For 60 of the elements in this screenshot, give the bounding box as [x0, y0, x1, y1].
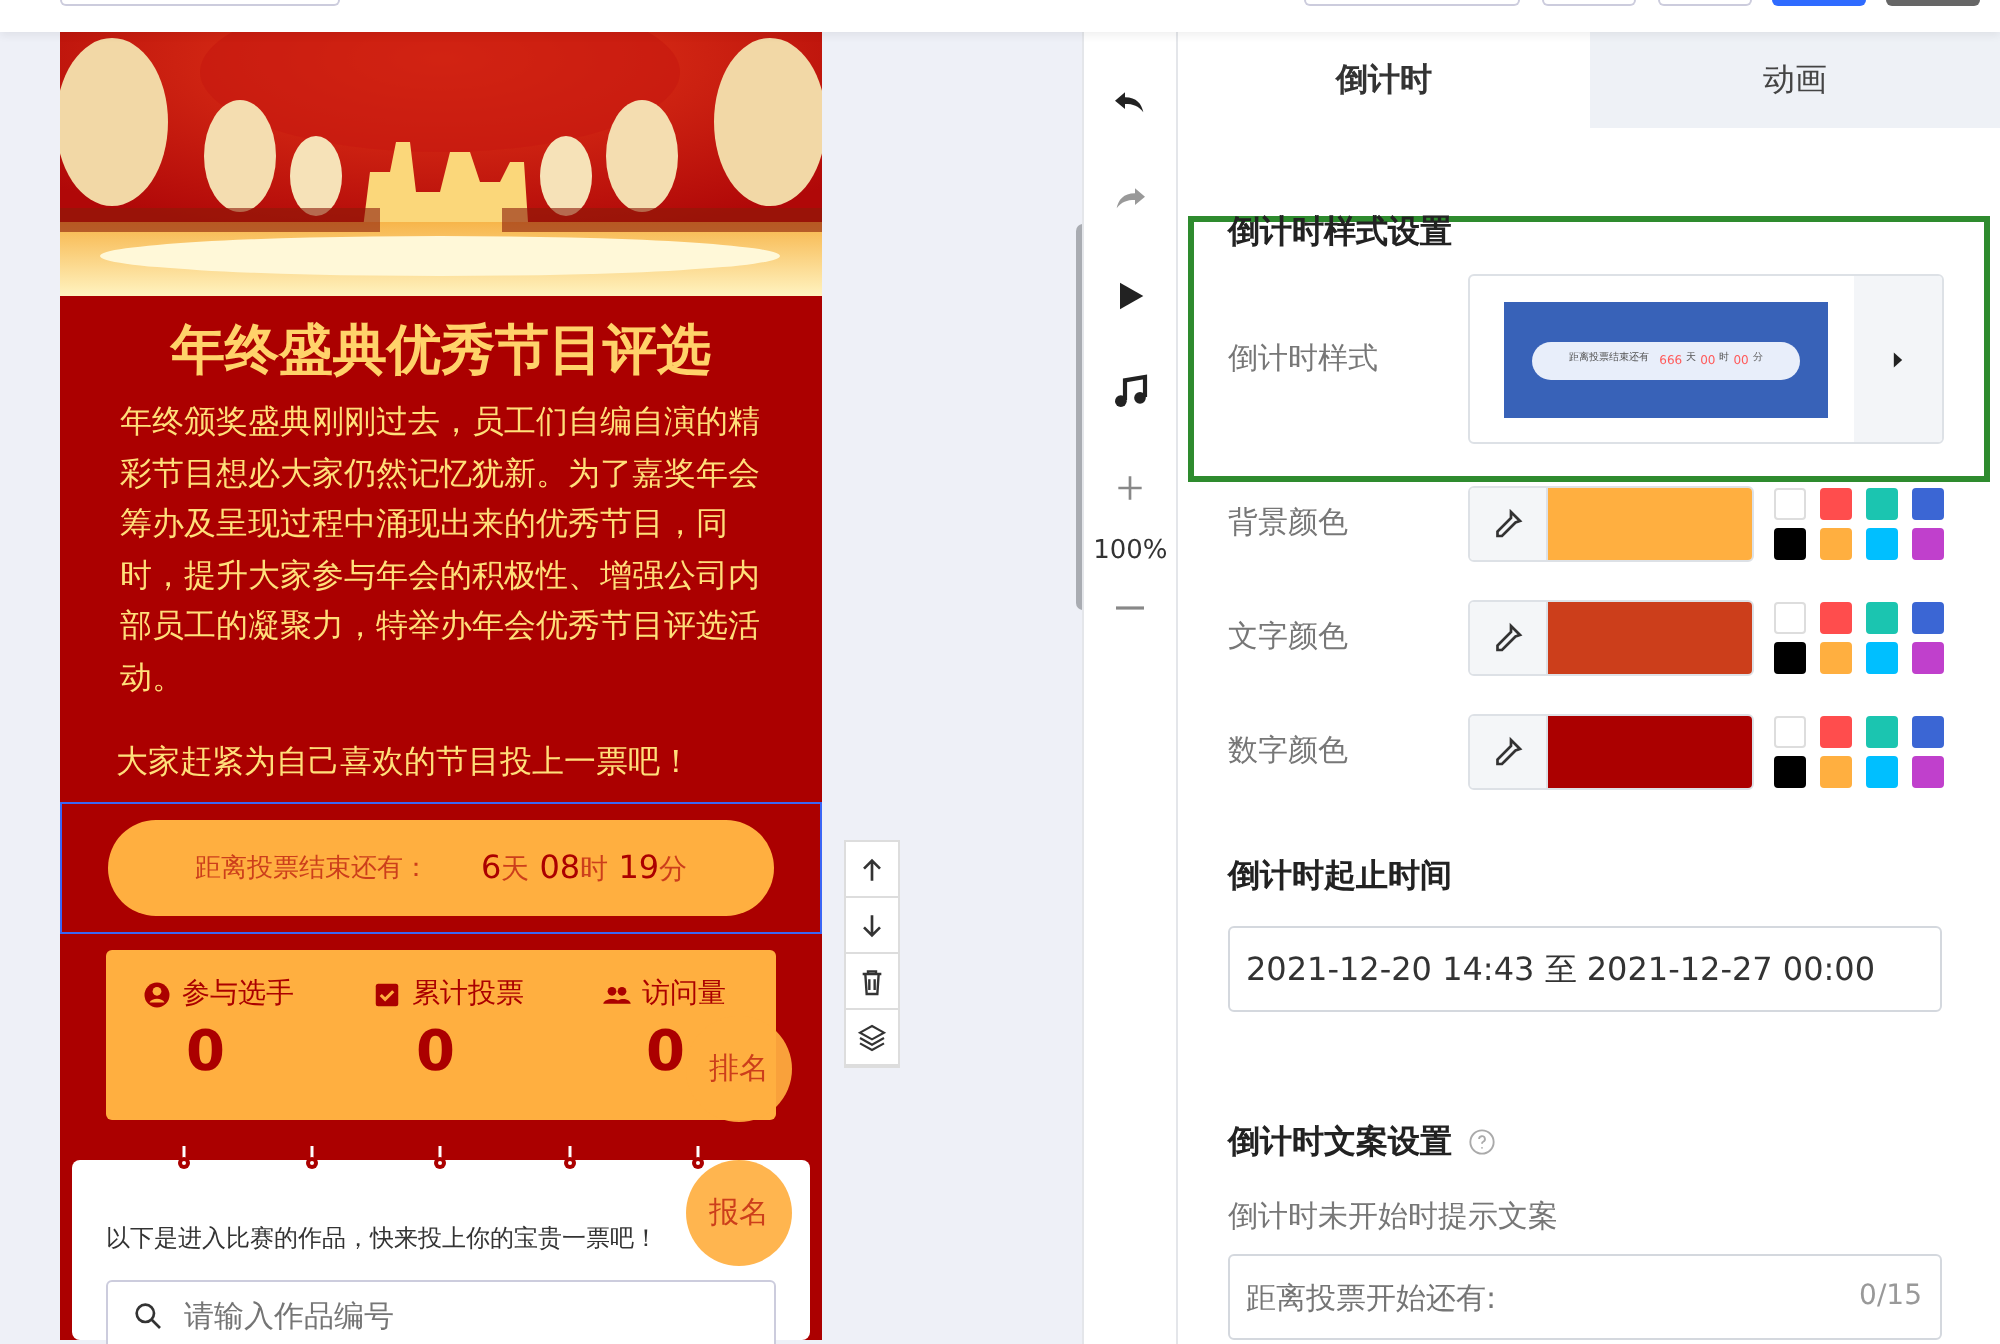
- countdown-block[interactable]: 距离投票结束还有： 6天 08时 19分: [60, 802, 822, 935]
- color-swatch[interactable]: [1820, 601, 1852, 634]
- section-title: 倒计时样式设置: [1228, 212, 1454, 251]
- color-picker[interactable]: [1468, 485, 1754, 562]
- field-label: 背景颜色: [1228, 502, 1350, 545]
- help-icon: [1468, 1127, 1496, 1156]
- eyedropper-icon: [1490, 619, 1526, 656]
- color-swatch[interactable]: [1866, 715, 1898, 748]
- toolbar-button[interactable]: [1886, 0, 1980, 6]
- date-range-field[interactable]: 2021-12-20 14:43 至 2021-12-27 00:00: [1228, 926, 1942, 1013]
- field-label: 数字颜色: [1228, 730, 1350, 773]
- user-icon: [142, 980, 172, 1011]
- field-label: 倒计时未开始时提示文案: [1228, 1195, 1560, 1238]
- stat-value: 0: [644, 1016, 685, 1089]
- color-swatch[interactable]: [1866, 527, 1898, 560]
- zoom-level: 100%: [1093, 536, 1168, 568]
- color-swatch[interactable]: [1866, 601, 1898, 634]
- section-title: 倒计时起止时间: [1228, 856, 1454, 895]
- countdown-value: 6天 08时 19分: [480, 846, 688, 891]
- countdown-label: 距离投票结束还有：: [194, 851, 429, 888]
- search-field[interactable]: 请输入作品编号: [106, 1280, 776, 1344]
- music-note-icon: [1110, 372, 1151, 412]
- stat-value: 0: [414, 1016, 455, 1089]
- minus-icon: [1116, 606, 1145, 610]
- page-title: 年终盛典优秀节目评选: [168, 318, 713, 386]
- color-swatch[interactable]: [1912, 715, 1944, 748]
- toolbar-button[interactable]: [1772, 0, 1866, 6]
- field-label: 倒计时样式: [1228, 338, 1380, 381]
- eyedropper-icon: [1490, 505, 1526, 542]
- color-swatch[interactable]: [1866, 487, 1898, 520]
- call-to-action: 大家赶紧为自己喜欢的节目投上一票吧！: [114, 740, 694, 785]
- color-swatch[interactable]: [1820, 715, 1852, 748]
- color-swatch[interactable]: [1774, 641, 1806, 674]
- color-swatch[interactable]: [1774, 527, 1806, 560]
- stat-label: 访问量: [642, 976, 726, 1015]
- color-swatch[interactable]: [1912, 755, 1944, 788]
- color-swatch[interactable]: [1866, 641, 1898, 674]
- section-title: 倒计时文案设置: [1228, 1122, 1452, 1162]
- stat-value: 0: [184, 1016, 225, 1089]
- layers-icon: [856, 1021, 888, 1053]
- caret-right-icon: [1888, 349, 1908, 370]
- color-swatch[interactable]: [1820, 487, 1852, 520]
- eyedropper-icon: [1490, 733, 1526, 770]
- checkbox-icon: [372, 980, 402, 1011]
- color-picker[interactable]: [1468, 713, 1754, 790]
- color-swatch[interactable]: [1912, 487, 1944, 520]
- char-counter: 0/15: [1859, 1278, 1922, 1317]
- panel-tab[interactable]: 动画: [1589, 32, 2000, 128]
- stat-label: 累计投票: [412, 976, 524, 1015]
- field-label: 文字颜色: [1228, 616, 1350, 659]
- color-swatch[interactable]: [1912, 527, 1944, 560]
- search-icon: [132, 1300, 164, 1333]
- intro-paragraph: 年终颁奖盛典刚刚过去，员工们自编自演的精彩节目想必大家仍然记忆犹新。为了嘉奖年会筹办及呈现过程中涌现出来的优秀节目，同时，提升大家参与年会的积极性、增强公司内部员工的凝聚力，特举办年会优秀节目评选活动。: [118, 400, 762, 700]
- color-picker[interactable]: [1468, 599, 1754, 676]
- color-swatch[interactable]: [1866, 755, 1898, 788]
- color-swatch[interactable]: [1912, 601, 1944, 634]
- stat-label: 参与选手: [182, 976, 294, 1015]
- notice-text: 以下是进入比赛的作品，快来投上你的宝贵一票吧！: [106, 1222, 658, 1257]
- color-swatch[interactable]: [1912, 641, 1944, 674]
- color-swatch[interactable]: [1774, 755, 1806, 788]
